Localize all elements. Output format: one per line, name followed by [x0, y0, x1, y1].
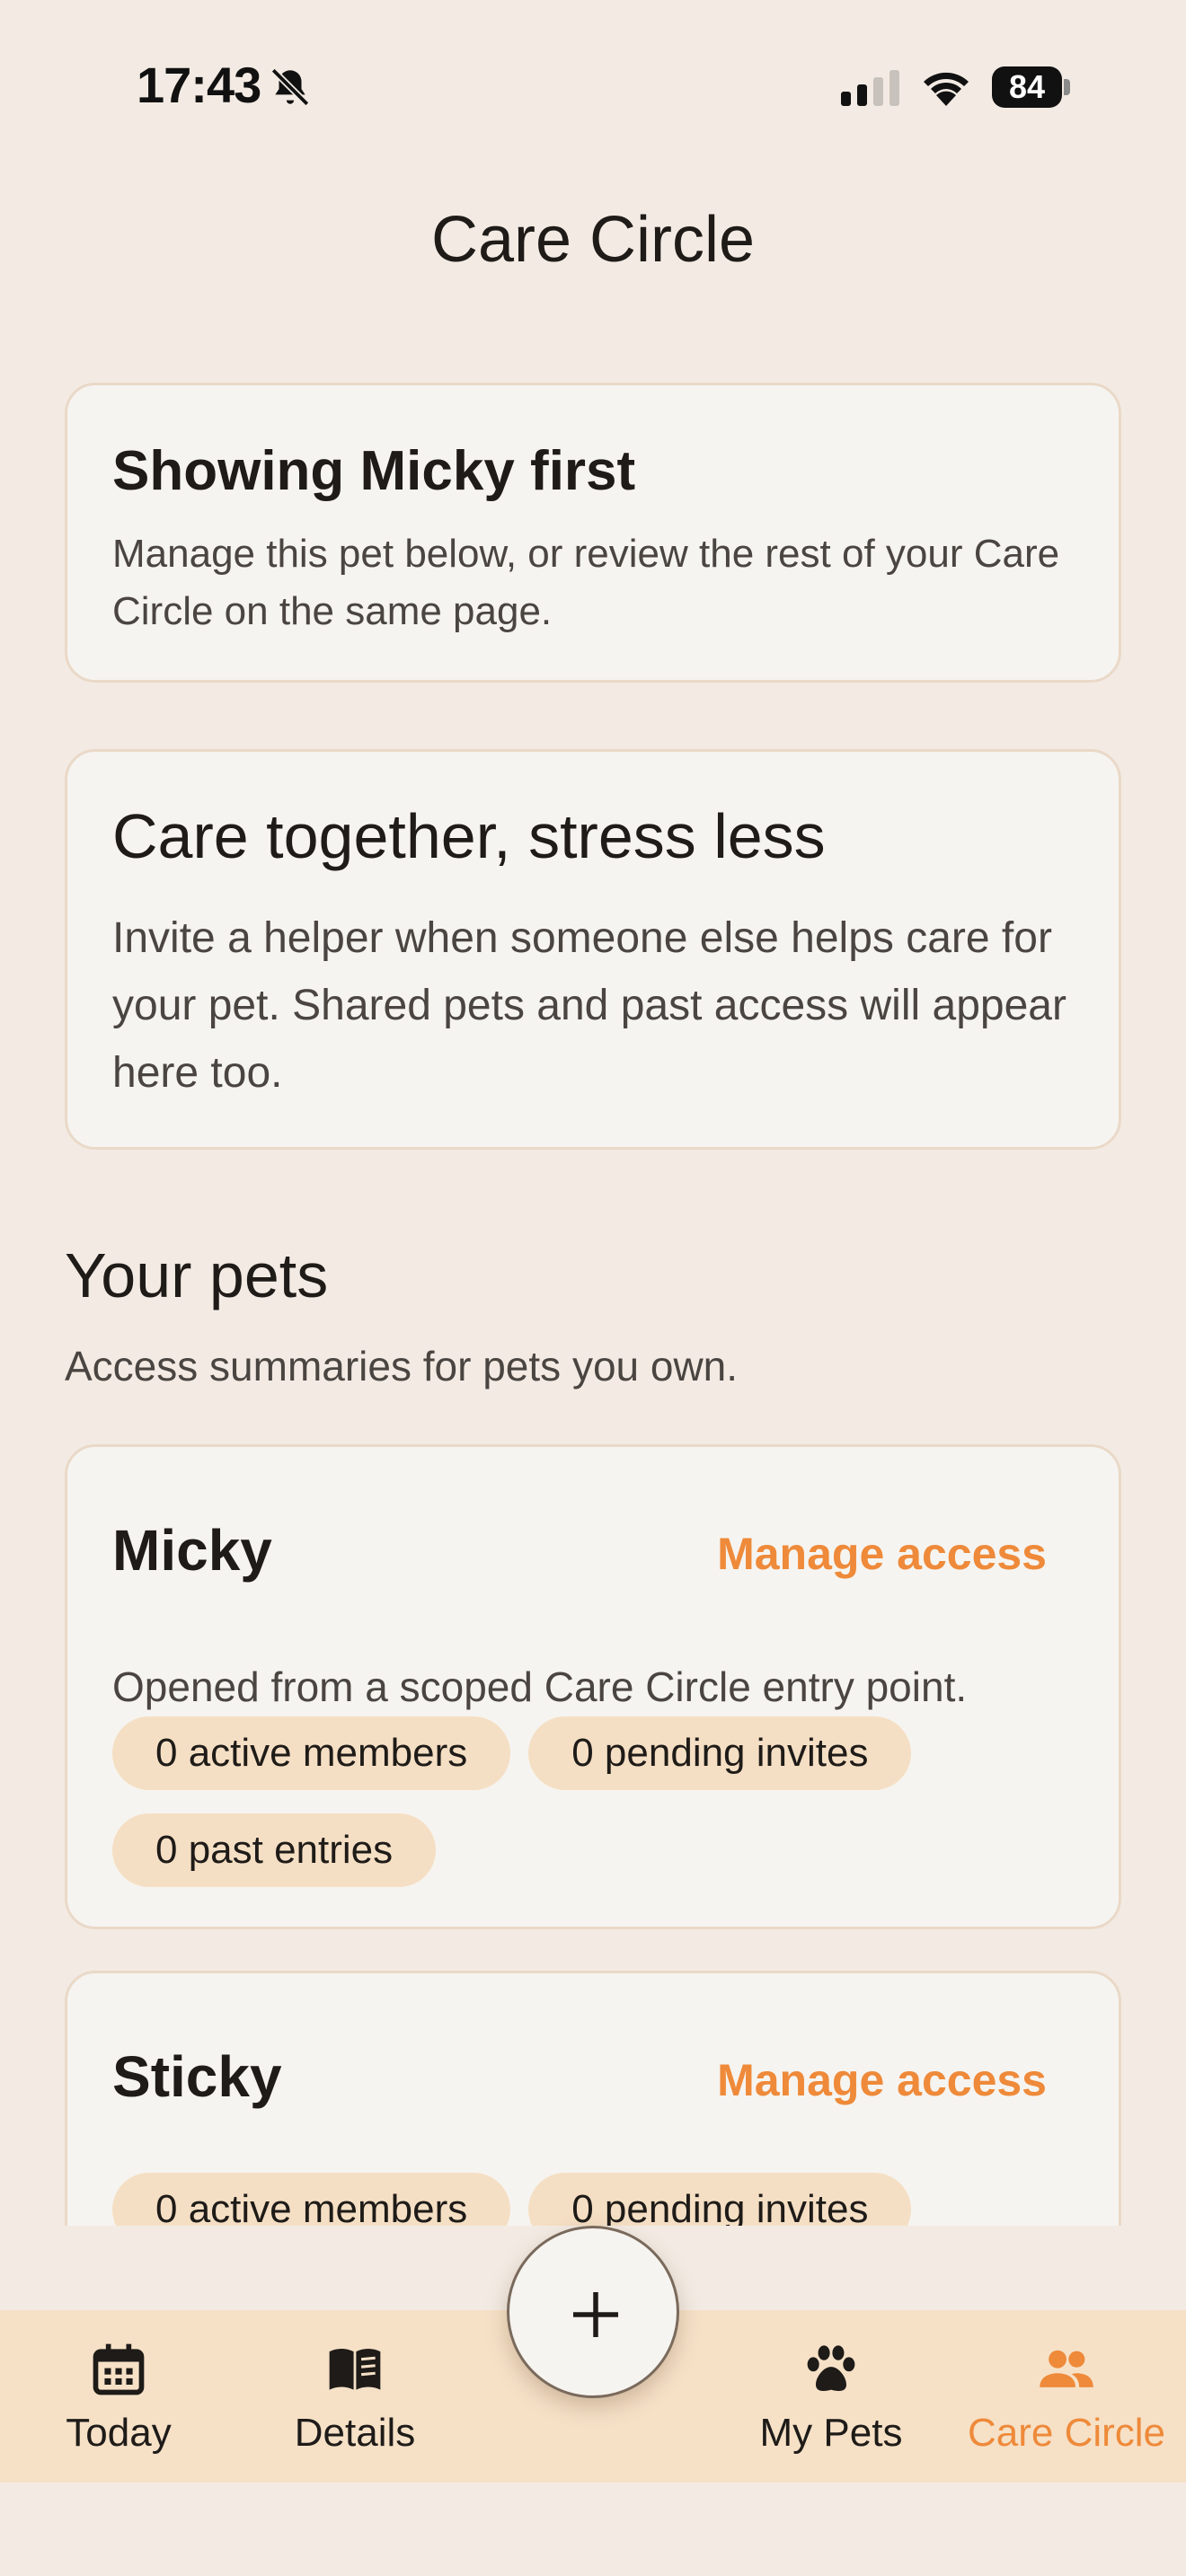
intro-card-heading: Care together, stress less [112, 801, 826, 871]
nav-item-my-pets[interactable]: My Pets [737, 2310, 925, 2483]
signal-icon [841, 70, 899, 106]
calendar-icon [93, 2343, 145, 2395]
intro-card: Care together, stress less Invite a help… [65, 749, 1121, 1150]
plus-icon [573, 2292, 618, 2337]
battery-cap [1064, 79, 1070, 95]
past-entries-chip: 0 past entries [112, 1813, 437, 1887]
manage-access-button[interactable]: Manage access [717, 2054, 1047, 2106]
focus-card-body: Manage this pet below, or review the res… [112, 532, 1060, 633]
pet-card-sticky: Sticky Manage access 0 active members 0 p… [65, 1971, 1121, 2226]
focus-card: Showing Micky first Manage this pet belo… [65, 383, 1121, 683]
manage-access-button[interactable]: Manage access [717, 1528, 1047, 1580]
nav-label: Today [66, 2411, 172, 2455]
paw-icon [807, 2345, 855, 2392]
add-button[interactable] [507, 2226, 679, 2398]
pending-invites-chip: 0 pending invites [528, 1716, 912, 1790]
battery-icon: 84 [992, 66, 1071, 108]
bell-slash-icon [270, 67, 310, 107]
pet-name: Micky [112, 1518, 272, 1583]
nav-item-details[interactable]: Details [266, 2310, 444, 2483]
nav-label: Care Circle [967, 2411, 1166, 2455]
intro-card-body: Invite a helper when someone else helps … [112, 914, 1067, 1097]
pet-chips: 0 active members 0 pending invites 0 past… [112, 1716, 1065, 1910]
pet-chips: 0 active members 0 pending invites [112, 2173, 1065, 2226]
pet-description: Opened from a scoped Care Circle entry p… [112, 1663, 968, 1710]
focus-card-heading: Showing Micky first [112, 440, 636, 502]
status-bar: 17:43 84 [0, 0, 1186, 171]
people-icon [1040, 2350, 1093, 2387]
status-time: 17:43 [137, 57, 261, 113]
your-pets-title: Your pets [65, 1240, 329, 1310]
pet-card-micky: Micky Manage access Opened from a scoped… [65, 1444, 1121, 1929]
pets-list[interactable]: Micky Manage access Opened from a scoped… [0, 1419, 1186, 2226]
battery-level: 84 [992, 66, 1062, 108]
active-members-chip: 0 active members [112, 1716, 511, 1790]
active-members-chip: 0 active members [112, 2173, 511, 2226]
nav-item-today[interactable]: Today [36, 2310, 201, 2483]
page-title: Care Circle [430, 204, 756, 276]
pet-name: Sticky [112, 2044, 282, 2109]
wifi-icon [924, 72, 969, 106]
pending-invites-chip: 0 pending invites [528, 2173, 912, 2226]
your-pets-subtitle: Access summaries for pets you own. [65, 1343, 739, 1389]
nav-item-care-circle[interactable]: Care Circle [961, 2310, 1172, 2483]
book-icon [329, 2348, 381, 2390]
nav-label: My Pets [759, 2411, 903, 2455]
nav-label: Details [294, 2411, 416, 2455]
